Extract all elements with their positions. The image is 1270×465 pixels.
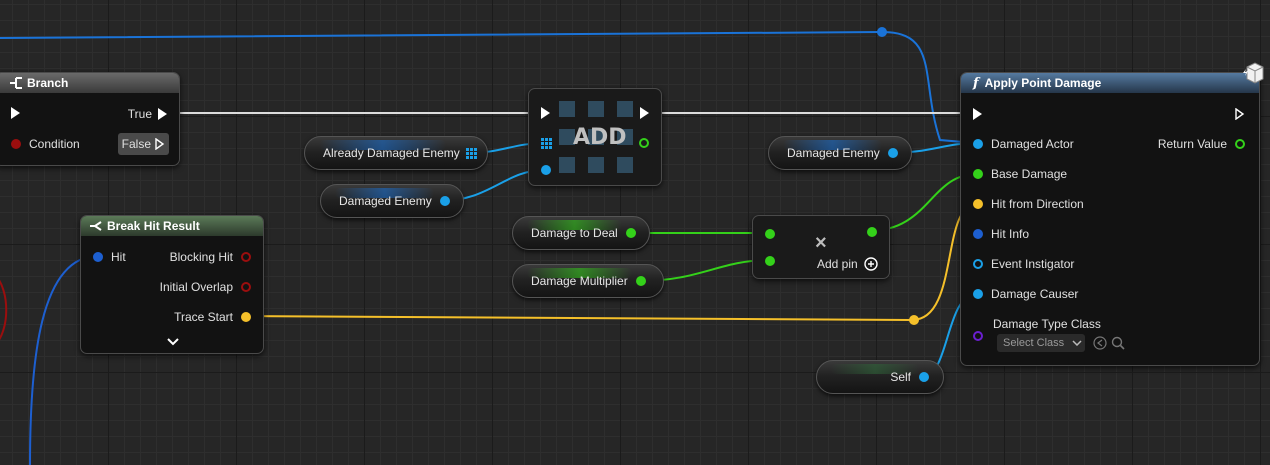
damage-multiplier-pin[interactable] [635, 276, 646, 286]
hit-info-label: Hit Info [991, 227, 1030, 241]
branch-true-pin[interactable] [158, 108, 167, 120]
trace-start-pin[interactable] [241, 312, 251, 322]
branch-icon [10, 77, 22, 89]
branch-condition-label: Condition [29, 137, 80, 151]
chevron-down-icon[interactable] [167, 338, 179, 346]
damage-type-class-pin[interactable] [973, 331, 983, 341]
add-item-pin[interactable] [541, 165, 551, 175]
branch-true-label: True [127, 107, 152, 121]
initial-overlap-pin[interactable] [241, 282, 251, 292]
trace-start-label: Trace Start [174, 310, 233, 324]
branch-title: Branch [27, 76, 69, 90]
wire-left-red [0, 279, 8, 341]
damage-to-deal-label: Damage to Deal [531, 226, 618, 240]
hit-label: Hit [111, 250, 126, 264]
multiply-result-pin[interactable] [867, 227, 877, 237]
self-node[interactable]: Self [816, 360, 944, 394]
damaged-enemy-label-1: Damaged Enemy [339, 194, 432, 208]
multiply-b-pin[interactable] [765, 256, 775, 266]
break-hit-result-node[interactable]: Break Hit Result Hit Blocking Hit Initia… [80, 215, 264, 354]
add-node[interactable]: ADD [528, 88, 662, 186]
use-selected-icon[interactable] [1093, 336, 1107, 350]
damaged-enemy-pin-2[interactable] [887, 148, 898, 158]
hit-from-direction-label: Hit from Direction [991, 197, 1084, 211]
damaged-enemy-pin-1[interactable] [439, 196, 450, 206]
damaged-enemy-label-2: Damaged Enemy [787, 146, 880, 160]
add-array-pin[interactable] [541, 138, 552, 149]
damaged-enemy-node-2[interactable]: Damaged Enemy [768, 136, 912, 170]
event-instigator-label: Event Instigator [991, 257, 1075, 271]
damage-multiplier-node[interactable]: Damage Multiplier [512, 264, 664, 298]
damaged-actor-label: Damaged Actor [991, 137, 1074, 151]
return-value-label: Return Value [1157, 137, 1227, 151]
apply-point-damage-node[interactable]: f Apply Point Damage Damaged Actor Retur… [960, 62, 1264, 366]
base-damage-label: Base Damage [991, 167, 1068, 181]
damage-to-deal-node[interactable]: Damage to Deal [512, 216, 650, 250]
branch-node[interactable]: Branch True Condition False [0, 72, 180, 166]
add-pin-label: Add pin [817, 257, 858, 271]
already-damaged-enemy-node[interactable]: Already Damaged Enemy [304, 136, 488, 170]
base-damage-pin[interactable] [973, 169, 983, 179]
damage-to-deal-pin[interactable] [625, 228, 636, 238]
self-pin[interactable] [919, 372, 929, 382]
return-value-pin[interactable] [1235, 139, 1245, 149]
multiply-a-pin[interactable] [765, 229, 775, 239]
damaged-actor-pin[interactable] [973, 139, 983, 149]
reroute-knot-yellow [909, 315, 919, 325]
hit-pin[interactable] [93, 252, 103, 262]
latent-clock-icon [1243, 62, 1264, 84]
array-grid-icon[interactable] [465, 147, 477, 159]
branch-false-pin[interactable] [155, 138, 165, 150]
multiply-symbol: × [815, 232, 827, 254]
initial-overlap-label: Initial Overlap [159, 280, 233, 294]
add-node-title: ADD [573, 125, 627, 150]
damaged-enemy-node-1[interactable]: Damaged Enemy [320, 184, 464, 218]
function-icon: f [973, 75, 979, 91]
apply-exec-in-pin[interactable] [973, 108, 982, 120]
break-struct-icon [90, 221, 102, 231]
dropdown-arrow-icon [1072, 340, 1082, 346]
damage-causer-label: Damage Causer [991, 287, 1079, 301]
blocking-hit-label: Blocking Hit [169, 250, 233, 264]
multiply-node[interactable]: × Add pin [752, 215, 890, 279]
select-class-value: Select Class [1003, 337, 1065, 349]
apply-exec-out-pin[interactable] [1235, 108, 1245, 120]
hit-info-pin[interactable] [973, 229, 983, 239]
damage-multiplier-label: Damage Multiplier [531, 274, 628, 288]
self-label: Self [890, 370, 911, 384]
add-pin-icon [864, 257, 878, 271]
damage-causer-pin[interactable] [973, 289, 983, 299]
reroute-knot-blue [877, 27, 887, 37]
branch-exec-in-pin[interactable] [11, 107, 20, 119]
select-class-dropdown[interactable]: Select Class [997, 334, 1085, 352]
add-pin-button[interactable]: Add pin [817, 257, 878, 271]
branch-condition-pin[interactable] [11, 139, 21, 149]
add-return-pin[interactable] [639, 138, 649, 148]
break-hit-result-title: Break Hit Result [107, 219, 200, 233]
already-damaged-enemy-label: Already Damaged Enemy [323, 146, 460, 160]
add-exec-in-pin[interactable] [541, 107, 550, 119]
add-exec-out-pin[interactable] [640, 107, 649, 119]
damage-type-class-label: Damage Type Class [993, 317, 1101, 331]
apply-point-damage-title: Apply Point Damage [984, 76, 1102, 90]
browse-icon[interactable] [1111, 336, 1125, 350]
blocking-hit-pin[interactable] [241, 252, 251, 262]
event-instigator-pin[interactable] [973, 259, 983, 269]
hit-from-direction-pin[interactable] [973, 199, 983, 209]
branch-false-label: False [121, 137, 151, 151]
